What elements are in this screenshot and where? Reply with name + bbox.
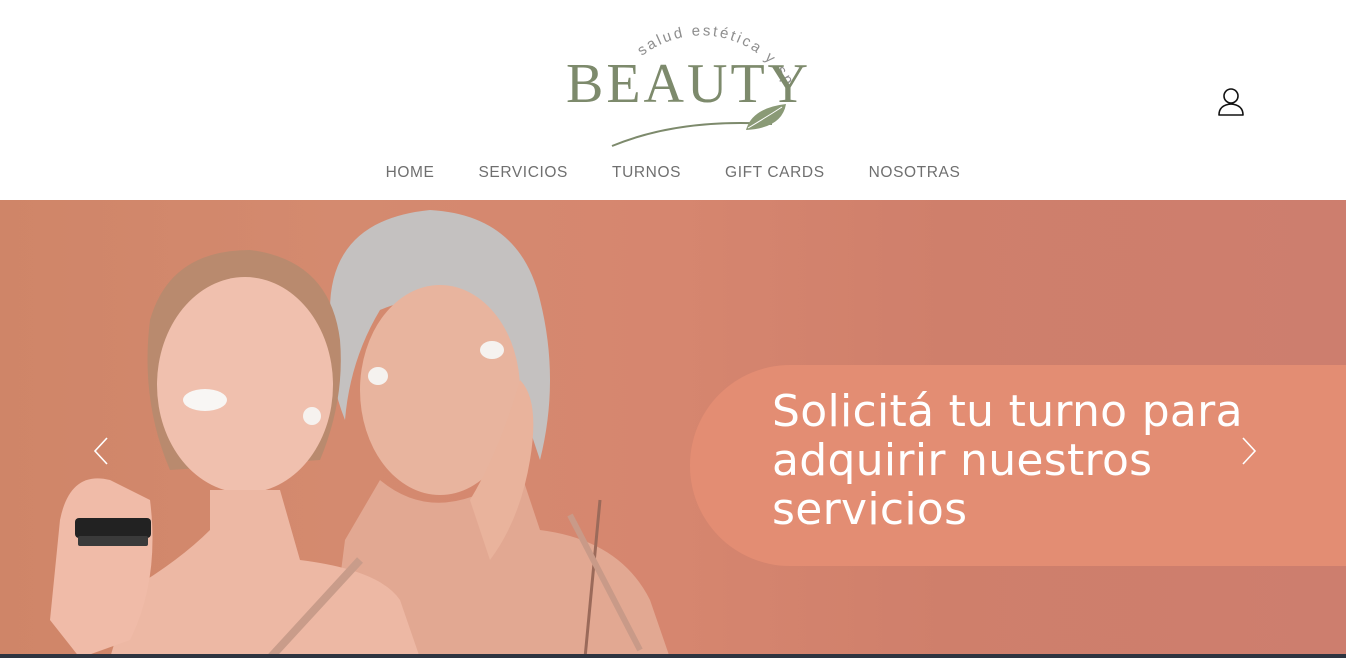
slider-next-button[interactable] [1238, 436, 1262, 466]
nav-item-servicios[interactable]: SERVICIOS [478, 160, 568, 186]
logo-wordmark: BEAUTY [566, 53, 812, 115]
user-icon [1218, 88, 1244, 116]
hero-bottom-edge [0, 654, 1346, 658]
main-nav: HOME SERVICIOS TURNOS GIFT CARDS NOSOTRA… [0, 160, 1346, 186]
site-header: salud estética y spa BEAUTY HOME SERVICI… [0, 0, 1346, 200]
account-button[interactable] [1216, 86, 1246, 118]
chevron-left-icon [93, 437, 108, 465]
hero-photo [50, 210, 670, 658]
slider-prev-button[interactable] [90, 436, 114, 466]
nav-item-nosotras[interactable]: NOSOTRAS [869, 160, 961, 186]
nav-item-turnos[interactable]: TURNOS [612, 160, 681, 186]
brand-logo[interactable]: salud estética y spa BEAUTY [560, 0, 808, 150]
hero-slider: Solicitá tu turno para adquirir nuestros… [0, 200, 1346, 658]
chevron-right-icon [1242, 437, 1257, 465]
nav-item-home[interactable]: HOME [386, 160, 435, 186]
nav-item-gift-cards[interactable]: GIFT CARDS [725, 160, 825, 186]
